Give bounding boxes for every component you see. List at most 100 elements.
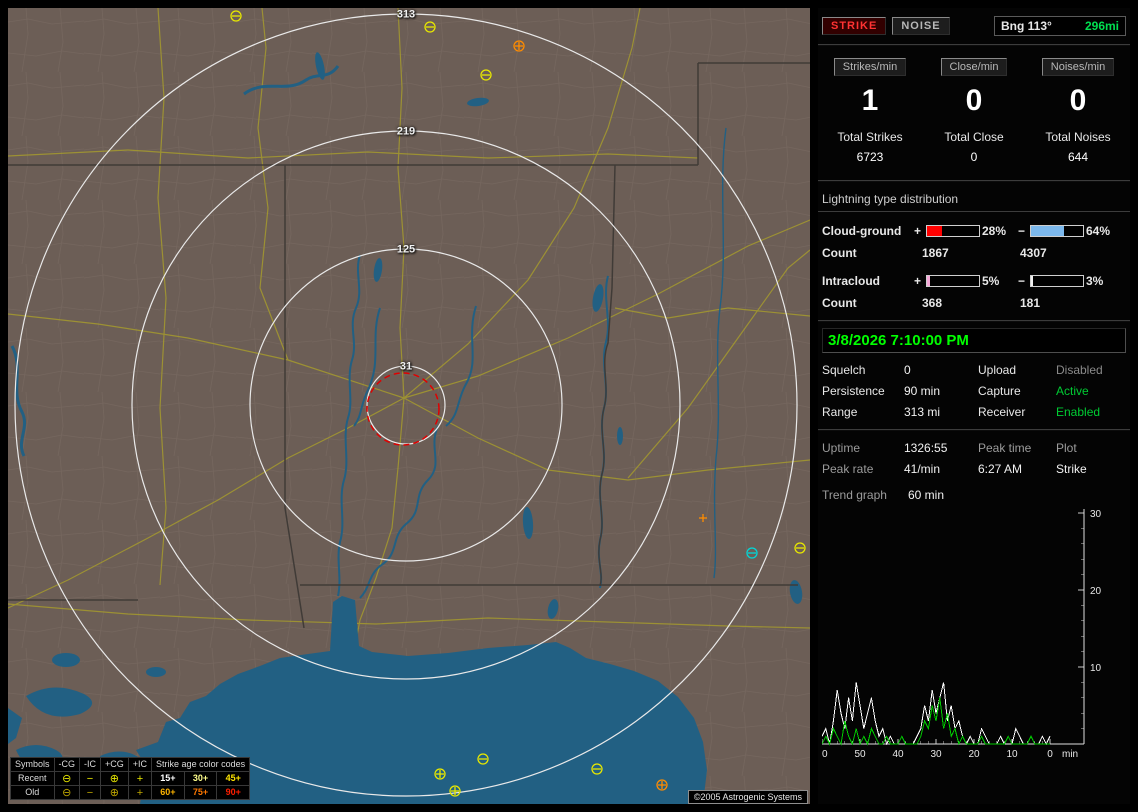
- plot-value: Strike: [1056, 462, 1126, 476]
- squelch-value: 0: [904, 363, 978, 377]
- plus-sign: +: [914, 274, 926, 288]
- strikes-per-min-button[interactable]: Strikes/min: [834, 58, 906, 76]
- total-close-label: Total Close: [922, 130, 1026, 144]
- receiver-status: Enabled: [1056, 405, 1126, 419]
- svg-text:10: 10: [1090, 663, 1102, 674]
- range-label: Range: [822, 405, 904, 419]
- capture-status: Active: [1056, 384, 1126, 398]
- total-strikes-label: Total Strikes: [818, 130, 922, 144]
- age-code: 30+: [184, 772, 217, 786]
- pos-pct-bar: [926, 225, 980, 237]
- side-panel: STRIKE NOISE Bng 113° 296mi Strikes/min …: [818, 8, 1130, 804]
- divider: [818, 429, 1130, 431]
- age-code: 45+: [217, 772, 250, 786]
- pos-count-value: 368: [922, 296, 1020, 310]
- svg-text:30: 30: [1090, 509, 1102, 520]
- count-label: Count: [822, 296, 922, 310]
- pos-ic-icon: +: [128, 786, 151, 800]
- neg-ic-icon: −: [80, 786, 101, 800]
- capture-label: Capture: [978, 384, 1056, 398]
- upload-label: Upload: [978, 363, 1056, 377]
- svg-text:10: 10: [1006, 749, 1018, 760]
- svg-text:60: 60: [822, 749, 828, 760]
- bar-fill: [927, 276, 930, 286]
- lightning-map[interactable]: 313 219 125 31 Symbols -CG -IC +CG +IC S…: [8, 8, 810, 804]
- peak-rate-value: 41/min: [904, 462, 978, 476]
- persistence-label: Persistence: [822, 384, 904, 398]
- pos-pct-bar: [926, 275, 980, 287]
- legend-symbols-header: Symbols: [11, 758, 55, 772]
- copyright-notice: ©2005 Astrogenic Systems: [688, 790, 808, 804]
- trend-window-value: 60 min: [908, 488, 1126, 502]
- neg-pct-bar: [1030, 225, 1084, 237]
- receiver-label: Receiver: [978, 405, 1056, 419]
- pos-cg-icon: ⊕: [101, 772, 129, 786]
- close-per-min-value: 0: [922, 84, 1026, 118]
- noises-per-min-button[interactable]: Noises/min: [1042, 58, 1114, 76]
- svg-text:min: min: [1062, 749, 1078, 760]
- neg-cg-icon: ⊖: [54, 772, 80, 786]
- strikes-counter: Strikes/min 1 Total Strikes 6723: [818, 58, 922, 164]
- age-code: 90+: [217, 786, 250, 800]
- cloud-ground-counts: Count 1867 4307: [818, 242, 1130, 264]
- legend-col-header: +CG: [101, 758, 129, 772]
- datetime-value: 3/8/2026 7:10:00 PM: [828, 332, 969, 349]
- pos-pct-value: 28%: [982, 224, 1018, 238]
- lightning-distribution: Lightning type distribution Cloud-ground…: [818, 188, 1130, 314]
- trend-graph-label: Trend graph: [822, 488, 908, 502]
- neg-ic-icon: −: [80, 772, 101, 786]
- svg-text:40: 40: [892, 749, 904, 760]
- bar-fill: [1031, 276, 1033, 286]
- strike-mode-button[interactable]: STRIKE: [822, 17, 886, 35]
- type-name: Intracloud: [822, 274, 914, 288]
- bearing-readout: Bng 113° 296mi: [994, 16, 1126, 36]
- legend-row-label: Old: [11, 786, 55, 800]
- upload-status: Disabled: [1056, 363, 1126, 377]
- distance-value: 296mi: [1085, 19, 1119, 33]
- legend-col-header: +IC: [128, 758, 151, 772]
- pos-count-value: 1867: [922, 246, 1020, 260]
- bearing-value: Bng 113°: [1001, 19, 1052, 33]
- svg-text:50: 50: [854, 749, 866, 760]
- bar-fill: [1031, 226, 1064, 236]
- uptime-value: 1326:55: [904, 441, 978, 455]
- svg-text:30: 30: [930, 749, 942, 760]
- neg-pct-value: 3%: [1086, 274, 1120, 288]
- legend-col-header: -IC: [80, 758, 101, 772]
- mode-toolbar: STRIKE NOISE Bng 113° 296mi: [818, 8, 1130, 38]
- legend-age-header: Strike age color codes: [152, 758, 250, 772]
- total-noises-label: Total Noises: [1026, 130, 1130, 144]
- neg-cg-icon: ⊖: [54, 786, 80, 800]
- divider: [818, 180, 1130, 182]
- plot-label: Plot: [1056, 441, 1126, 455]
- current-datetime: 3/8/2026 7:10:00 PM: [822, 328, 1126, 353]
- age-code: 60+: [152, 786, 185, 800]
- receiver-settings: Squelch 0 Upload Disabled Persistence 90…: [818, 359, 1130, 423]
- noise-mode-button[interactable]: NOISE: [892, 17, 949, 35]
- svg-text:20: 20: [1090, 586, 1102, 597]
- peak-rate-label: Peak rate: [822, 462, 904, 476]
- pos-cg-icon: ⊕: [101, 786, 129, 800]
- noises-per-min-value: 0: [1026, 84, 1130, 118]
- cloud-ground-row: Cloud-ground + 28% − 64%: [818, 220, 1130, 242]
- range-ring-label: 125: [397, 243, 415, 255]
- total-strikes-value: 6723: [818, 150, 922, 164]
- total-close-value: 0: [922, 150, 1026, 164]
- age-code: 75+: [184, 786, 217, 800]
- close-per-min-button[interactable]: Close/min: [941, 58, 1008, 76]
- noises-counter: Noises/min 0 Total Noises 644: [1026, 58, 1130, 164]
- neg-pct-value: 64%: [1086, 224, 1120, 238]
- pos-pct-value: 5%: [982, 274, 1018, 288]
- range-value: 313 mi: [904, 405, 978, 419]
- range-ring-label: 313: [397, 8, 415, 20]
- count-label: Count: [822, 246, 922, 260]
- peak-time-value: 6:27 AM: [978, 462, 1056, 476]
- divider: [818, 44, 1130, 46]
- svg-text:0: 0: [1047, 749, 1053, 760]
- legend-col-header: -CG: [54, 758, 80, 772]
- divider: [818, 320, 1130, 322]
- session-stats: Uptime 1326:55 Peak time Plot Peak rate …: [818, 437, 1130, 480]
- bar-fill: [927, 226, 942, 236]
- strikes-per-min-value: 1: [818, 84, 922, 118]
- peak-time-label: Peak time: [978, 441, 1056, 455]
